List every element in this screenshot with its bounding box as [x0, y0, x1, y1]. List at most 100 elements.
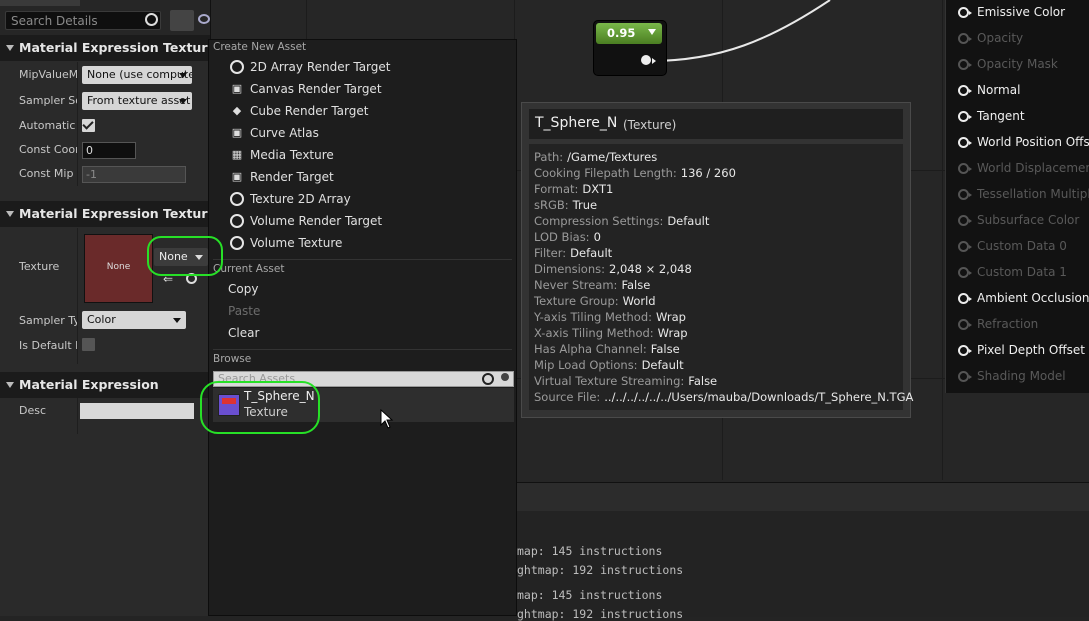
output-pin-icon[interactable] [641, 55, 651, 65]
section-header-texture-sample[interactable]: Material Expression Texture Sample [0, 35, 210, 61]
tooltip-row: Format: DXT1 [534, 182, 613, 196]
pin-label: Subsurface Color [977, 213, 1080, 227]
pin-circle-icon[interactable] [958, 111, 972, 122]
pin-label: World Position Offset [977, 135, 1089, 149]
eye-visibility-icon[interactable] [198, 14, 210, 24]
thumbnail-label: None [106, 262, 131, 272]
details-tab[interactable] [0, 0, 80, 6]
clear-menu-item[interactable]: Clear [209, 322, 516, 344]
pin-label: Custom Data 0 [977, 239, 1067, 253]
pin-circle-icon[interactable] [958, 215, 972, 226]
scalar-node-header[interactable]: 0.95 [596, 23, 662, 44]
tooltip-key: Format: [534, 182, 579, 196]
column-divider[interactable] [77, 62, 78, 186]
sampler-source-combo[interactable]: From texture asset [82, 92, 192, 110]
tooltip-row: Path:/Game/Textures [534, 150, 657, 164]
tooltip-key: Compression Settings: [534, 214, 664, 228]
const-coordinate-field[interactable]: 0 [82, 142, 136, 159]
pin-circle-icon[interactable] [958, 293, 972, 304]
search-icon [145, 13, 158, 26]
create-asset-menu-item[interactable]: ▦ Media Texture [209, 144, 516, 166]
paste-menu-item[interactable]: Paste [209, 300, 516, 322]
create-asset-menu-item[interactable]: Volume Render Target [209, 210, 516, 232]
grid-view-icon[interactable] [170, 10, 194, 31]
menu-item-label: Copy [228, 282, 259, 296]
pin-circle-icon[interactable] [958, 267, 972, 278]
details-search-input[interactable]: Search Details [5, 11, 161, 30]
pin-circle-icon[interactable] [958, 319, 972, 330]
is-default-meshpaint-checkbox[interactable] [82, 338, 95, 351]
node-wire [649, 0, 831, 62]
mip-value-mode-combo[interactable]: None (use computed mip level) [82, 66, 192, 84]
expand-arrow-icon [6, 382, 14, 388]
copy-menu-item[interactable]: Copy [209, 278, 516, 300]
dropdown-arrow-icon [179, 73, 187, 78]
film-icon: ▣ [231, 126, 243, 139]
pin-circle-icon[interactable] [958, 189, 972, 200]
user-filter-icon[interactable] [501, 373, 509, 381]
create-asset-menu-item[interactable]: ▣ Canvas Render Target [209, 78, 516, 100]
const-mip-value-field[interactable]: -1 [82, 166, 186, 183]
details-toolbar: Search Details [0, 0, 210, 38]
create-asset-menu-item[interactable]: Texture 2D Array [209, 188, 516, 210]
tooltip-value: 136 / 260 [680, 166, 736, 180]
pin-label: Ambient Occlusion [977, 291, 1089, 305]
section-header-material-expression[interactable]: Material Expression [0, 372, 210, 398]
pin-circle-icon[interactable] [958, 241, 972, 252]
tooltip-key: Path: [534, 150, 564, 164]
prop-label: Const Mip Value [19, 167, 77, 180]
tooltip-value: Wrap [656, 310, 686, 324]
circle-icon [230, 214, 244, 228]
scalar-node[interactable]: 0.95 [593, 20, 667, 76]
tooltip-asset-type: (Texture) [623, 118, 677, 132]
automatic-view-mip-bias-checkbox[interactable] [82, 119, 95, 132]
tooltip-key: LOD Bias: [534, 230, 590, 244]
pin-circle-icon[interactable] [958, 371, 972, 382]
pin-circle-icon[interactable] [958, 137, 972, 148]
create-asset-menu-item[interactable]: ▣ Render Target [209, 166, 516, 188]
tooltip-key: Cooking Filepath Length: [534, 166, 677, 180]
pin-circle-icon[interactable] [958, 85, 972, 96]
desc-field[interactable] [80, 403, 194, 419]
tooltip-value: False [688, 374, 718, 388]
pin-circle-icon[interactable] [958, 33, 972, 44]
tooltip-row: sRGB: True [534, 198, 597, 212]
tooltip-body: Path:/Game/Textures Cooking Filepath Leng… [529, 144, 913, 410]
create-asset-menu-item[interactable]: Volume Texture [209, 232, 516, 254]
circle-icon [230, 236, 244, 250]
output-arrow-icon [652, 58, 656, 64]
texture-thumbnail[interactable]: None [84, 234, 153, 303]
menu-item-label: 2D Array Render Target [250, 60, 391, 74]
log-line: map: 145 instructions [517, 544, 663, 558]
create-asset-menu-item[interactable]: ▣ Curve Atlas [209, 122, 516, 144]
tooltip-row: X-axis Tiling Method: Wrap [534, 326, 688, 340]
pin-label: Shading Model [977, 369, 1066, 383]
combo-value: Color [87, 313, 116, 326]
column-divider[interactable] [77, 398, 78, 434]
tooltip-row: LOD Bias: 0 [534, 230, 601, 244]
tooltip-row: Filter: Default [534, 246, 612, 260]
expand-arrow-icon [6, 211, 14, 217]
pin-label: Refraction [977, 317, 1039, 331]
tooltip-key: Filter: [534, 246, 567, 260]
pin-circle-icon[interactable] [958, 7, 972, 18]
create-asset-menu-item[interactable]: ◆ Cube Render Target [209, 100, 516, 122]
asset-picker-menu: Create New Asset 2D Array Render Target ▣… [208, 39, 517, 616]
collapse-arrow-icon[interactable] [648, 29, 656, 35]
pin-circle-icon[interactable] [958, 59, 972, 70]
section-header-texture-base[interactable]: Material Expression Texture Base [0, 201, 210, 227]
tooltip-value: Default [641, 358, 684, 372]
tooltip-row: Mip Load Options: Default [534, 358, 684, 372]
create-asset-menu-item[interactable]: 2D Array Render Target [209, 56, 516, 78]
mouse-cursor-icon [380, 409, 394, 429]
stats-log: map: 145 instructions ghtmap: 192 instru… [517, 482, 1089, 621]
menu-separator [213, 259, 512, 260]
sampler-type-combo[interactable]: Color [82, 311, 186, 329]
pin-circle-icon[interactable] [958, 163, 972, 174]
prop-label: Sampler Type [19, 314, 77, 327]
tooltip-value: DXT1 [582, 182, 614, 196]
highlight-ring [200, 381, 320, 434]
pin-circle-icon[interactable] [958, 345, 972, 356]
column-divider[interactable] [77, 228, 78, 364]
log-line: map: 145 instructions [517, 588, 663, 602]
